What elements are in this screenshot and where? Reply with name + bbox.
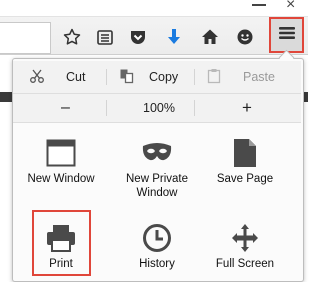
paste-button[interactable]: Paste	[207, 61, 275, 93]
save-page-button[interactable]: Save Page	[197, 137, 293, 197]
title-bar: ×	[0, 0, 308, 17]
cut-button[interactable]: Cut	[29, 61, 85, 93]
pocket-icon[interactable]	[127, 26, 149, 48]
save-page-icon	[197, 137, 293, 169]
home-icon[interactable]	[199, 26, 221, 48]
scissors-icon	[29, 68, 45, 87]
zoom-out-button[interactable]: –	[61, 94, 70, 122]
copy-button[interactable]: Copy	[119, 61, 178, 93]
copy-icon	[119, 68, 135, 87]
divider	[194, 100, 195, 116]
page-dark-bar	[0, 92, 12, 102]
hello-chat-icon[interactable]	[234, 26, 256, 48]
history-button[interactable]: History	[109, 222, 205, 282]
save-page-label: Save Page	[216, 173, 274, 185]
hamburger-menu-icon	[278, 25, 296, 46]
new-private-window-label: New Private Window	[126, 173, 188, 199]
new-window-label: New Window	[27, 173, 95, 185]
divider	[106, 100, 107, 116]
private-mask-icon	[109, 137, 205, 169]
zoom-in-button[interactable]: +	[242, 94, 252, 122]
fullscreen-icon	[197, 222, 293, 254]
zoom-reset-button[interactable]: 100%	[143, 94, 175, 122]
url-bar[interactable]	[0, 22, 51, 54]
edit-controls: Cut Copy Paste	[13, 61, 301, 94]
history-clock-icon	[109, 222, 205, 254]
reading-list-icon[interactable]	[94, 26, 116, 48]
full-screen-button[interactable]: Full Screen	[197, 222, 293, 282]
page-content-edge	[0, 55, 12, 277]
zoom-controls: – 100% +	[13, 94, 301, 123]
print-highlight-box	[32, 210, 91, 276]
full-screen-label: Full Screen	[215, 258, 275, 270]
divider	[106, 69, 107, 85]
browser-toolbar: ×	[0, 0, 308, 55]
close-window-button[interactable]: ×	[286, 0, 295, 14]
minimize-button[interactable]	[252, 4, 266, 6]
clipboard-icon	[207, 68, 221, 87]
new-window-button[interactable]: New Window	[13, 137, 109, 197]
cut-label: Cut	[66, 70, 86, 84]
open-menu-button[interactable]	[269, 17, 304, 53]
history-label: History	[139, 258, 175, 270]
paste-label: Paste	[243, 70, 275, 84]
new-private-window-button[interactable]: New Private Window	[109, 137, 205, 199]
new-window-icon	[13, 137, 109, 169]
divider	[194, 69, 195, 85]
download-arrow-icon[interactable]	[163, 26, 185, 48]
copy-label: Copy	[149, 70, 179, 84]
bookmark-star-icon[interactable]	[61, 26, 83, 48]
